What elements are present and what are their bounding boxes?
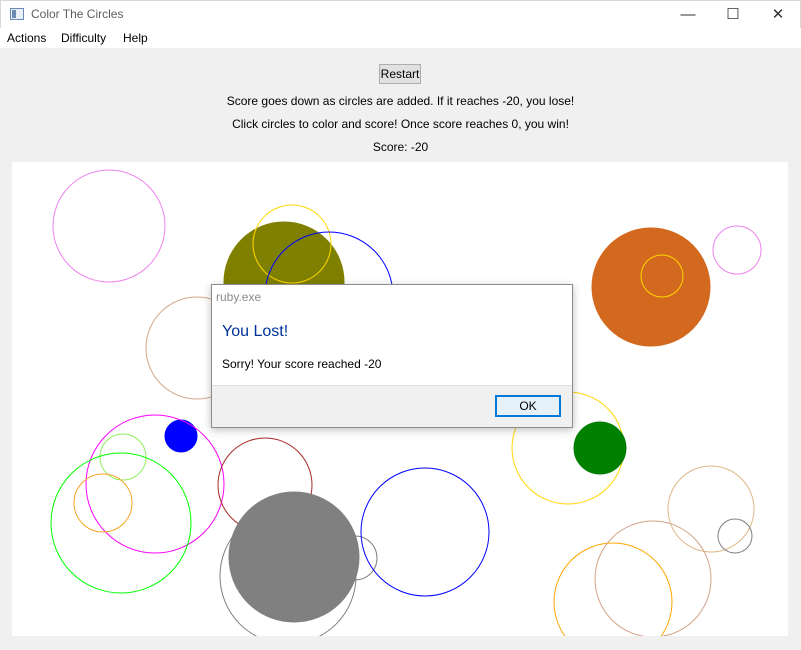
uncolored-circle[interactable]: [85, 414, 225, 554]
menu-bar: Actions Difficulty Help: [0, 28, 801, 48]
restart-button[interactable]: Restart: [379, 64, 421, 84]
maximize-button[interactable]: ☐: [710, 1, 756, 29]
dialog-heading: You Lost!: [222, 323, 289, 340]
instruction-win-text: Click circles to color and score! Once s…: [232, 117, 569, 131]
uncolored-circle[interactable]: [594, 520, 712, 636]
app-window-icon: [10, 8, 24, 20]
dialog-title: ruby.exe: [216, 290, 262, 304]
minimize-button[interactable]: —: [665, 1, 711, 29]
uncolored-circle[interactable]: [99, 433, 147, 481]
ok-button[interactable]: OK: [495, 395, 561, 417]
uncolored-circle[interactable]: [360, 467, 490, 597]
uncolored-circle[interactable]: [52, 169, 166, 283]
colored-circle[interactable]: [591, 227, 711, 347]
colored-circle[interactable]: [228, 491, 360, 623]
uncolored-circle[interactable]: [717, 518, 753, 554]
colored-circle[interactable]: [573, 421, 627, 475]
score-display: Score: -20: [372, 140, 429, 154]
lost-dialog: ruby.exe You Lost! Sorry! Your score rea…: [211, 284, 573, 428]
dialog-footer: OK: [212, 385, 572, 427]
dialog-message: Sorry! Your score reached -20: [222, 357, 382, 371]
uncolored-circle[interactable]: [712, 225, 762, 275]
uncolored-circle[interactable]: [50, 452, 192, 594]
menu-actions[interactable]: Actions: [7, 31, 46, 45]
title-bar: Color The Circles — ☐ ✕: [0, 0, 801, 28]
colored-circle[interactable]: [164, 419, 198, 453]
close-button[interactable]: ✕: [755, 1, 801, 29]
menu-difficulty[interactable]: Difficulty: [61, 31, 106, 45]
window-title: Color The Circles: [31, 7, 124, 21]
uncolored-circle[interactable]: [553, 542, 673, 636]
uncolored-circle[interactable]: [73, 473, 133, 533]
instruction-lose-text: Score goes down as circles are added. If…: [226, 94, 575, 108]
uncolored-circle[interactable]: [667, 465, 755, 553]
menu-help[interactable]: Help: [123, 31, 148, 45]
